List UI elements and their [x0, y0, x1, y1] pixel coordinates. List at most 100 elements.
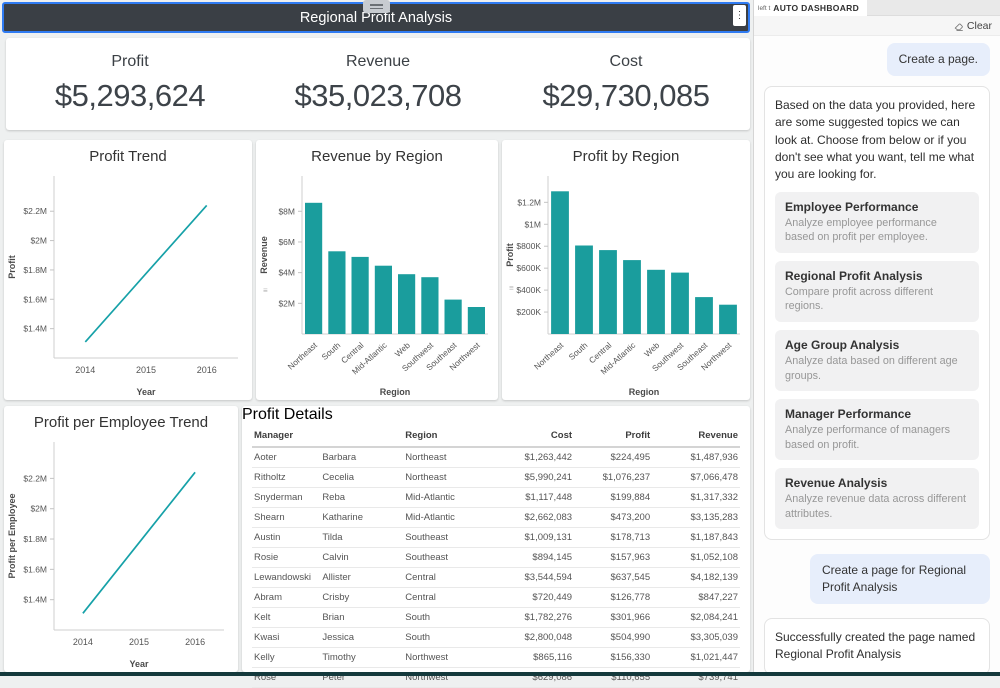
- table-cell: Southeast: [403, 528, 486, 548]
- table-header-first-name[interactable]: [320, 426, 403, 447]
- table-cell: $157,963: [574, 548, 652, 568]
- suggestion-item[interactable]: Age Group Analysis Analyze data based on…: [775, 330, 979, 391]
- assistant-sidebar: left t AUTO DASHBOARD Clear 14.28 Create…: [753, 0, 1000, 672]
- kebab-menu-button[interactable]: ⋮: [733, 5, 746, 26]
- ppe-trend-svg: $1.4M$1.6M$1.8M$2M$2.2M201420152016YearP…: [4, 432, 238, 672]
- suggestion-item[interactable]: Employee Performance Analyze employee pe…: [775, 192, 979, 253]
- table-cell: Snyderman: [252, 488, 320, 508]
- profit-per-employee-trend-card: Profit per Employee Trend $1.4M$1.6M$1.8…: [4, 406, 238, 672]
- table-cell: Central: [403, 568, 486, 588]
- revenue-by-region-chart[interactable]: $2M$4M$6M$8MNortheastSouthCentralMid-Atl…: [256, 166, 498, 400]
- table-header-profit[interactable]: Profit: [574, 426, 652, 447]
- table-cell: Kelly: [252, 648, 320, 668]
- svg-text:2014: 2014: [73, 637, 93, 647]
- bot-success-card: Successfully created the page named Regi…: [764, 618, 990, 672]
- table-cell: $1,009,131: [486, 528, 574, 548]
- table-row[interactable]: AbramCrisbyCentral$720,449$126,778$847,2…: [252, 588, 740, 608]
- table-row[interactable]: KeltBrianSouth$1,782,276$301,966$2,084,2…: [252, 608, 740, 628]
- table-row[interactable]: RosieCalvinSoutheast$894,145$157,963$1,0…: [252, 548, 740, 568]
- table-cell: Lewandowski: [252, 568, 320, 588]
- svg-text:$1.4M: $1.4M: [23, 595, 47, 605]
- svg-text:2016: 2016: [185, 637, 205, 647]
- user-message-create-page: Create a page.: [887, 43, 990, 76]
- table-cell: Northwest: [403, 668, 486, 688]
- user-message-text: Create a page.: [899, 52, 978, 66]
- table-cell: Shearn: [252, 508, 320, 528]
- table-cell: South: [403, 608, 486, 628]
- bot-intro-text: Based on the data you provided, here are…: [775, 97, 979, 184]
- clear-button[interactable]: Clear: [967, 20, 992, 32]
- table-cell: Crisby: [320, 588, 403, 608]
- table-title: Profit Details: [242, 406, 750, 424]
- tab-auto-dashboard[interactable]: left t AUTO DASHBOARD: [754, 0, 867, 16]
- svg-text:$2.2M: $2.2M: [23, 473, 47, 483]
- table-cell: $1,117,448: [486, 488, 574, 508]
- table-cell: $847,227: [652, 588, 740, 608]
- table-cell: $2,800,048: [486, 628, 574, 648]
- svg-text:$2.2M: $2.2M: [23, 206, 47, 216]
- table-cell: $865,116: [486, 648, 574, 668]
- profit-details-card: Profit Details ManagerRegionCostProfitRe…: [242, 406, 750, 672]
- table-cell: $637,545: [574, 568, 652, 588]
- svg-text:$1.6M: $1.6M: [23, 294, 47, 304]
- suggestion-title: Age Group Analysis: [785, 338, 969, 352]
- table-row[interactable]: RitholtzCeceliaNortheast$5,990,241$1,076…: [252, 468, 740, 488]
- svg-text:$600K: $600K: [516, 263, 541, 273]
- table-row[interactable]: ShearnKatharineMid-Atlantic$2,662,083$47…: [252, 508, 740, 528]
- svg-text:$1.8M: $1.8M: [23, 534, 47, 544]
- kpi-cost-value: $29,730,085: [502, 78, 750, 114]
- user-message-create-regional: Create a page for Regional Profit Analys…: [810, 554, 990, 604]
- suggestion-title: Manager Performance: [785, 407, 969, 421]
- suggestion-desc: Analyze revenue data across different at…: [785, 492, 969, 521]
- table-row[interactable]: SnydermanRebaMid-Atlantic$1,117,448$199,…: [252, 488, 740, 508]
- table-cell: Barbara: [320, 447, 403, 468]
- table-cell: Timothy: [320, 648, 403, 668]
- tab-prefix: left t: [758, 5, 770, 12]
- suggestion-item[interactable]: Manager Performance Analyze performance …: [775, 399, 979, 460]
- table-cell: Katharine: [320, 508, 403, 528]
- svg-text:Region: Region: [380, 387, 411, 397]
- table-row[interactable]: KellyTimothyNorthwest$865,116$156,330$1,…: [252, 648, 740, 668]
- table-row[interactable]: RosePeterNorthwest$629,086$110,655$739,7…: [252, 668, 740, 688]
- table-cell: Northwest: [403, 648, 486, 668]
- profit-details-table[interactable]: Manager RegionCostProfitRevenueAoterBarba…: [252, 426, 740, 688]
- table-cell: $126,778: [574, 588, 652, 608]
- table-header-manager[interactable]: Manager: [252, 426, 320, 447]
- table-cell: Jessica: [320, 628, 403, 648]
- chat-area: 14.28 Create a page. Based on the data y…: [754, 36, 1000, 672]
- table-header-cost[interactable]: Cost: [486, 426, 574, 447]
- table-cell: Mid-Atlantic: [403, 508, 486, 528]
- svg-text:$1.2M: $1.2M: [517, 197, 541, 207]
- profit-per-employee-trend-chart[interactable]: $1.4M$1.6M$1.8M$2M$2.2M201420152016YearP…: [4, 432, 238, 672]
- table-cell: Austin: [252, 528, 320, 548]
- drag-handle-icon[interactable]: [363, 0, 390, 13]
- clear-eraser-icon[interactable]: [954, 21, 964, 31]
- suggestion-desc: Analyze performance of managers based on…: [785, 423, 969, 452]
- table-row[interactable]: LewandowskiAllisterCentral$3,544,594$637…: [252, 568, 740, 588]
- main-dashboard: Regional Profit Analysis ⋮ Profit $5,293…: [0, 0, 753, 672]
- table-cell: $473,200: [574, 508, 652, 528]
- table-header-region[interactable]: Region: [403, 426, 486, 447]
- profit-by-region-chart[interactable]: $200K$400K$600K$800K$1M$1.2MNortheastSou…: [502, 166, 750, 400]
- svg-text:Year: Year: [129, 659, 149, 669]
- user-message-text: Create a page for Regional Profit Analys…: [822, 563, 966, 594]
- tab-label: AUTO DASHBOARD: [773, 3, 859, 13]
- table-row[interactable]: AustinTildaSoutheast$1,009,131$178,713$1…: [252, 528, 740, 548]
- profit-trend-chart[interactable]: $1.4M$1.6M$1.8M$2M$2.2M201420152016YearP…: [4, 166, 252, 400]
- table-row[interactable]: KwasiJessicaSouth$2,800,048$504,990$3,30…: [252, 628, 740, 648]
- svg-text:2016: 2016: [197, 365, 217, 375]
- svg-text:$1M: $1M: [524, 219, 541, 229]
- svg-text:Region: Region: [629, 387, 660, 397]
- suggestion-title: Revenue Analysis: [785, 476, 969, 490]
- table-cell: Cecelia: [320, 468, 403, 488]
- suggestion-item[interactable]: Revenue Analysis Analyze revenue data ac…: [775, 468, 979, 529]
- table-header-revenue[interactable]: Revenue: [652, 426, 740, 447]
- table-cell: Allister: [320, 568, 403, 588]
- suggestion-item[interactable]: Regional Profit Analysis Compare profit …: [775, 261, 979, 322]
- table-cell: Reba: [320, 488, 403, 508]
- suggestion-desc: Analyze data based on different age grou…: [785, 354, 969, 383]
- table-cell: South: [403, 628, 486, 648]
- svg-text:$8M: $8M: [278, 206, 295, 216]
- table-row[interactable]: AoterBarbaraNortheast$1,263,442$224,495$…: [252, 447, 740, 468]
- table-cell: Kelt: [252, 608, 320, 628]
